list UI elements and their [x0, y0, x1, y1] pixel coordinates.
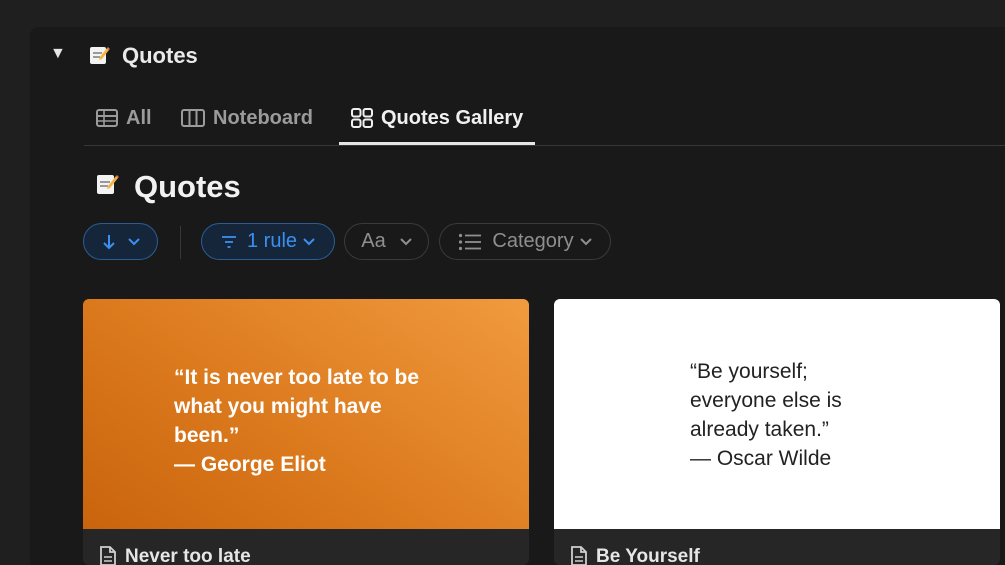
page-icon: [100, 546, 116, 565]
card-cover: “Be yourself; everyone else is already t…: [554, 299, 1000, 529]
gallery-icon: [351, 108, 373, 128]
chevron-down-icon: [303, 235, 315, 249]
tab-quotes-gallery-label: Quotes Gallery: [381, 106, 524, 129]
tab-noteboard-label: Noteboard: [213, 106, 313, 129]
database-title[interactable]: Quotes: [122, 42, 198, 70]
collapse-toggle-icon[interactable]: ▼: [50, 45, 66, 63]
card-title: Never too late: [125, 546, 251, 565]
tab-all-label: All: [126, 106, 152, 129]
chevron-down-icon: [579, 235, 592, 249]
tab-noteboard[interactable]: Noteboard: [181, 92, 313, 144]
property-button[interactable]: Aa: [344, 223, 429, 260]
card-quote: “It is never too late to be what you mig…: [174, 366, 420, 476]
page-title[interactable]: Quotes: [134, 168, 241, 206]
chevron-down-icon: [400, 235, 412, 249]
sort-button[interactable]: [83, 223, 158, 260]
arrow-down-icon: [102, 234, 115, 249]
chevron-down-icon: [127, 235, 140, 249]
gallery-card[interactable]: “It is never too late to be what you mig…: [83, 299, 529, 565]
tab-quotes-gallery[interactable]: Quotes Gallery: [339, 92, 536, 145]
memo-icon: [97, 175, 119, 194]
table-icon: [96, 109, 118, 127]
card-footer: Be Yourself: [554, 529, 1000, 565]
board-icon: [181, 109, 205, 127]
gallery-card[interactable]: “Be yourself; everyone else is already t…: [554, 299, 1000, 565]
filter-icon: [221, 235, 236, 248]
card-quote: “Be yourself; everyone else is already t…: [690, 360, 842, 470]
tab-all[interactable]: All: [96, 92, 152, 144]
group-by-category-button[interactable]: Category: [439, 223, 611, 260]
toolbar-divider: [180, 226, 181, 259]
card-title: Be Yourself: [596, 546, 700, 565]
page-icon: [571, 546, 587, 565]
card-footer: Never too late: [83, 529, 529, 565]
list-icon: [459, 233, 482, 250]
view-tabs: All Noteboard Quotes Gallery: [84, 92, 1005, 146]
property-label: Aa: [361, 230, 386, 252]
filter-label: 1 rule: [246, 230, 298, 252]
filter-button[interactable]: 1 rule: [201, 223, 335, 260]
card-cover: “It is never too late to be what you mig…: [83, 299, 529, 529]
group-label: Category: [492, 230, 574, 252]
memo-icon: [90, 47, 110, 64]
